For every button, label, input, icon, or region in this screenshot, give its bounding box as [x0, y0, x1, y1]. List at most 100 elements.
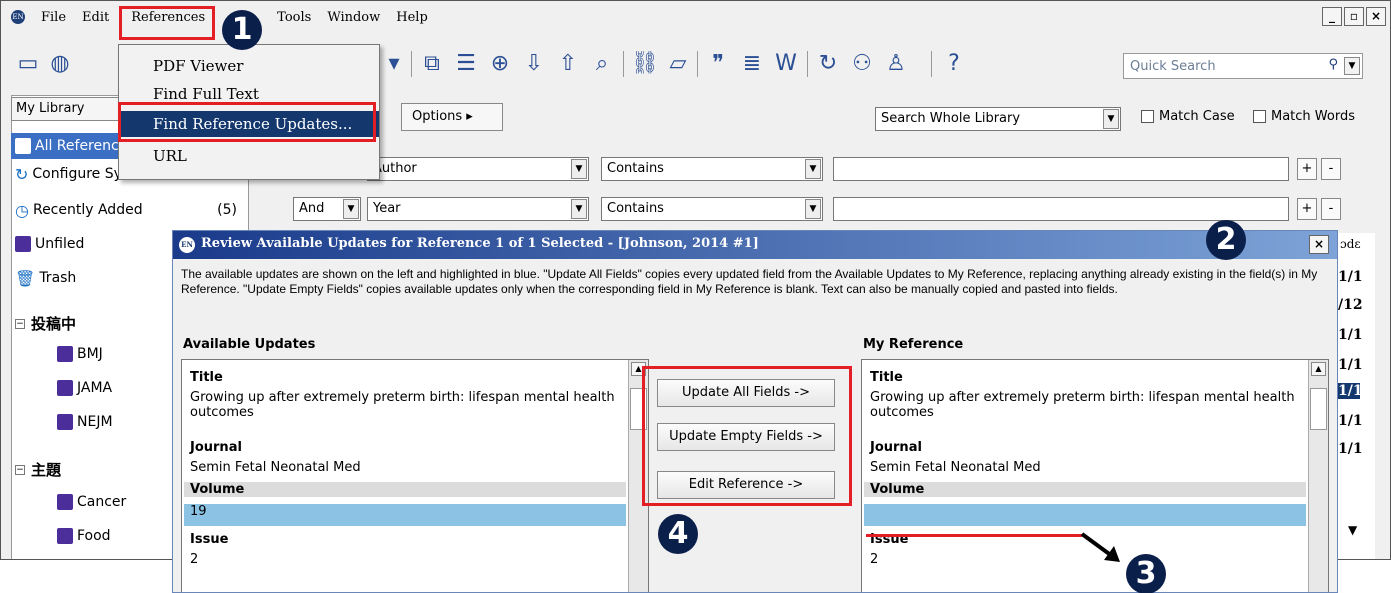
restore-icon[interactable]: ▫: [1344, 7, 1364, 26]
export-icon[interactable]: ⇧: [555, 51, 581, 77]
menu-edit[interactable]: Edit: [74, 10, 117, 25]
scroll-up-icon[interactable]: ▲: [1311, 362, 1326, 376]
scrollbar[interactable]: ▲: [1308, 360, 1328, 592]
list-item[interactable]: 1/1: [1338, 357, 1363, 373]
format-icon[interactable]: ≣: [739, 51, 765, 77]
group-label: JAMA: [77, 380, 113, 396]
group-label: BMJ: [77, 346, 103, 362]
globe-icon[interactable]: ◍: [47, 51, 73, 77]
list-item[interactable]: 1/1: [1338, 327, 1363, 343]
list-item[interactable]: 1/1: [1338, 269, 1363, 285]
match-words-checkbox[interactable]: Match Words: [1253, 109, 1355, 124]
dialog-description: The available updates are shown on the l…: [181, 267, 1318, 296]
chevron-down-icon[interactable]: ▼: [343, 199, 359, 219]
list-item[interactable]: 1/1: [1338, 413, 1363, 429]
group-item[interactable]: BMJ: [57, 341, 167, 367]
list-item-selected[interactable]: 1/1: [1338, 383, 1363, 399]
callout-number: 3: [1126, 554, 1166, 593]
field-label-journal: Journal: [870, 440, 922, 455]
field-value-volume[interactable]: 19: [184, 504, 626, 526]
chevron-down-icon[interactable]: ▼: [805, 199, 821, 219]
scroll-thumb[interactable]: [1310, 388, 1327, 430]
group-icon: [57, 494, 73, 510]
sync-icon[interactable]: ↻: [815, 51, 841, 77]
help-icon[interactable]: ?: [941, 51, 967, 77]
group-label: Food: [77, 528, 111, 544]
quote-marks-icon[interactable]: ❞: [705, 51, 731, 77]
field-value-title[interactable]: Growing up after extremely preterm birth…: [190, 390, 620, 420]
collapse-icon[interactable]: −: [15, 318, 25, 329]
find-text-icon[interactable]: ⌕: [589, 51, 615, 77]
group-item[interactable]: JAMA: [57, 375, 167, 401]
match-case-checkbox[interactable]: Match Case: [1141, 109, 1235, 124]
chevron-down-icon[interactable]: ▼: [805, 159, 821, 179]
field-value-journal[interactable]: Semin Fetal Neonatal Med: [870, 460, 1300, 475]
match-words-label: Match Words: [1271, 109, 1355, 124]
search-value-input[interactable]: [833, 197, 1289, 221]
chevron-down-icon[interactable]: ▼: [571, 199, 587, 219]
column-header[interactable]: ɔdɛ: [1340, 237, 1361, 251]
menu-item-url[interactable]: URL: [119, 143, 379, 169]
remove-row-button[interactable]: -: [1321, 158, 1341, 180]
available-updates-pane[interactable]: Title Growing up after extremely preterm…: [181, 359, 649, 592]
menu-tools[interactable]: Tools: [269, 10, 319, 25]
user-icon[interactable]: ♙: [883, 51, 909, 77]
search-value-input[interactable]: [833, 157, 1289, 181]
group-icon: [15, 236, 31, 252]
word-icon[interactable]: W: [773, 51, 799, 77]
import-icon[interactable]: ⇩: [521, 51, 547, 77]
search-field-select[interactable]: Author ▼: [367, 157, 589, 181]
search-icon[interactable]: ⚲: [1328, 57, 1338, 72]
group-label: Trash: [39, 270, 77, 286]
minimize-icon[interactable]: _: [1322, 7, 1342, 26]
search-field-value: Year: [373, 201, 401, 216]
quick-search-input[interactable]: Quick Search ⚲ ▼: [1123, 53, 1363, 79]
search-scope-select[interactable]: Search Whole Library ▼: [875, 107, 1121, 131]
menu-help[interactable]: Help: [388, 10, 436, 25]
all-references-icon: [15, 138, 31, 154]
dropdown-arrow-icon[interactable]: ▾: [381, 51, 407, 77]
search-operator-select[interactable]: Contains ▼: [601, 157, 823, 181]
share-icon[interactable]: ⚇: [849, 51, 875, 77]
field-value-volume[interactable]: [864, 504, 1306, 526]
menu-file[interactable]: File: [33, 10, 74, 25]
available-updates-label: Available Updates: [183, 337, 316, 352]
library-selector[interactable]: My Library: [11, 97, 121, 121]
group-item[interactable]: NEJM: [57, 409, 167, 435]
window-controls: _ ▫ ×: [1322, 7, 1386, 26]
folder-icon[interactable]: ▭: [15, 51, 41, 77]
group-item[interactable]: Food: [57, 523, 167, 549]
callout-number: 4: [658, 514, 698, 554]
chevron-down-icon[interactable]: ▼: [1344, 57, 1360, 75]
group-set-header[interactable]: − 主題: [15, 459, 61, 480]
annotation-box-update-buttons: [642, 366, 852, 506]
chevron-down-icon[interactable]: ▼: [1103, 109, 1119, 129]
search-online-icon[interactable]: ⊕: [487, 51, 513, 77]
add-row-button[interactable]: +: [1297, 198, 1317, 220]
field-value-journal[interactable]: Semin Fetal Neonatal Med: [190, 460, 620, 475]
close-icon[interactable]: ×: [1366, 7, 1386, 26]
menu-window[interactable]: Window: [319, 10, 388, 25]
link-icon[interactable]: ⛓: [631, 51, 659, 77]
search-operator-select[interactable]: Contains ▼: [601, 197, 823, 221]
group-recently-added[interactable]: ◷ Recently Added (5): [11, 197, 249, 223]
add-row-button[interactable]: +: [1297, 158, 1317, 180]
options-button[interactable]: Options ▸: [401, 103, 503, 131]
list-item[interactable]: /12: [1338, 297, 1363, 313]
insert-icon[interactable]: ☰: [453, 51, 479, 77]
group-set-header[interactable]: − 投稿中: [15, 313, 76, 334]
list-item[interactable]: 1/1: [1338, 441, 1363, 457]
open-folder-icon[interactable]: ▱: [665, 51, 691, 77]
copy-icon[interactable]: ⧉: [419, 51, 445, 77]
chevron-down-icon[interactable]: ▼: [1348, 523, 1357, 537]
menu-item-pdf-viewer[interactable]: PDF Viewer: [119, 53, 379, 79]
bool-select[interactable]: And ▼: [293, 197, 361, 221]
group-item[interactable]: Cancer: [57, 489, 167, 515]
search-field-select[interactable]: Year ▼: [367, 197, 589, 221]
collapse-icon[interactable]: −: [15, 464, 25, 475]
chevron-down-icon[interactable]: ▼: [571, 159, 587, 179]
remove-row-button[interactable]: -: [1321, 198, 1341, 220]
field-value-title[interactable]: Growing up after extremely preterm birth…: [870, 390, 1300, 420]
field-value-issue[interactable]: 2: [190, 552, 620, 567]
close-icon[interactable]: ×: [1309, 235, 1329, 254]
